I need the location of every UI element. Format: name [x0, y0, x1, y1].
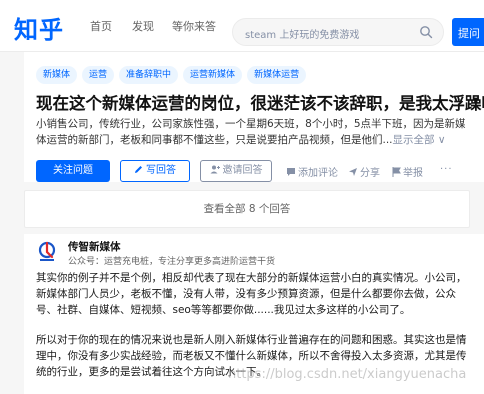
- add-user-icon: [210, 165, 220, 174]
- answer-paragraph: 其实你的例子并不是个例，相反却代表了现在大部分的新媒体运营小白的真实情况。小公司…: [36, 272, 467, 316]
- question-description: 小销售公司，传统行业，公司家族性强，一个星期6天班，8个小时，5点半下班，因为是…: [36, 116, 476, 148]
- watermark: https://blog.csdn.net/xiangyuenacha: [228, 367, 467, 382]
- invite-answer-label: 邀请回答: [222, 165, 263, 176]
- zhihu-logo[interactable]: 知乎: [14, 10, 64, 45]
- question-title: 现在这个新媒体运营的岗位，很迷茫该不该辞职，是我太浮躁吗?: [36, 94, 484, 113]
- report-button[interactable]: 举报: [392, 164, 423, 179]
- author-avatar[interactable]: [36, 240, 58, 262]
- invite-answer-button[interactable]: 邀请回答: [200, 160, 272, 182]
- flag-icon: [392, 167, 401, 177]
- more-actions-button[interactable]: ···: [440, 164, 453, 175]
- comment-icon: [287, 168, 295, 176]
- nav-waiting[interactable]: 等你来答: [172, 18, 216, 34]
- question-card: 新媒体 运营 准备辞职中 运营新媒体 新媒体运营 现在这个新媒体运营的岗位，很迷茫该不该…: [24, 52, 484, 182]
- add-comment-button[interactable]: 添加评论: [286, 164, 338, 179]
- nav-home[interactable]: 首页: [90, 18, 112, 34]
- share-icon: [349, 168, 357, 176]
- follow-question-button[interactable]: 关注问题: [36, 160, 110, 182]
- topic-tag[interactable]: 新媒体运营: [247, 66, 307, 84]
- share-label: 分享: [360, 168, 380, 179]
- topic-tag[interactable]: 准备辞职中: [119, 66, 179, 84]
- search-icon[interactable]: [419, 25, 433, 39]
- top-navbar: 知乎 首页 发现 等你来答 steam 上好玩的免费游戏 提问: [0, 0, 484, 52]
- pencil-icon: [135, 166, 142, 173]
- topic-tag[interactable]: 运营新媒体: [183, 66, 243, 84]
- share-button[interactable]: 分享: [348, 164, 380, 179]
- author-name[interactable]: 传智新媒体: [68, 239, 121, 254]
- topic-tags: 新媒体 运营 准备辞职中 运营新媒体 新媒体运营: [36, 62, 311, 84]
- ask-button[interactable]: 提问: [452, 18, 484, 46]
- topic-tag[interactable]: 新媒体: [36, 66, 78, 84]
- show-all-link[interactable]: 显示全部 ∨: [393, 134, 446, 146]
- report-label: 举报: [403, 168, 423, 179]
- write-answer-button[interactable]: 写回答: [120, 160, 190, 182]
- topic-tag[interactable]: 运营: [82, 66, 115, 84]
- search-placeholder: steam 上好玩的免费游戏: [245, 30, 360, 41]
- nav-discover[interactable]: 发现: [132, 18, 154, 34]
- add-comment-label: 添加评论: [298, 168, 338, 179]
- search-input[interactable]: steam 上好玩的免费游戏: [232, 18, 444, 46]
- view-all-answers-button[interactable]: 查看全部 8 个回答: [24, 190, 470, 228]
- author-bio: 公众号：运营充电桩，专注分享更多高进阶运营干货: [68, 257, 276, 267]
- write-answer-label: 写回答: [146, 165, 176, 176]
